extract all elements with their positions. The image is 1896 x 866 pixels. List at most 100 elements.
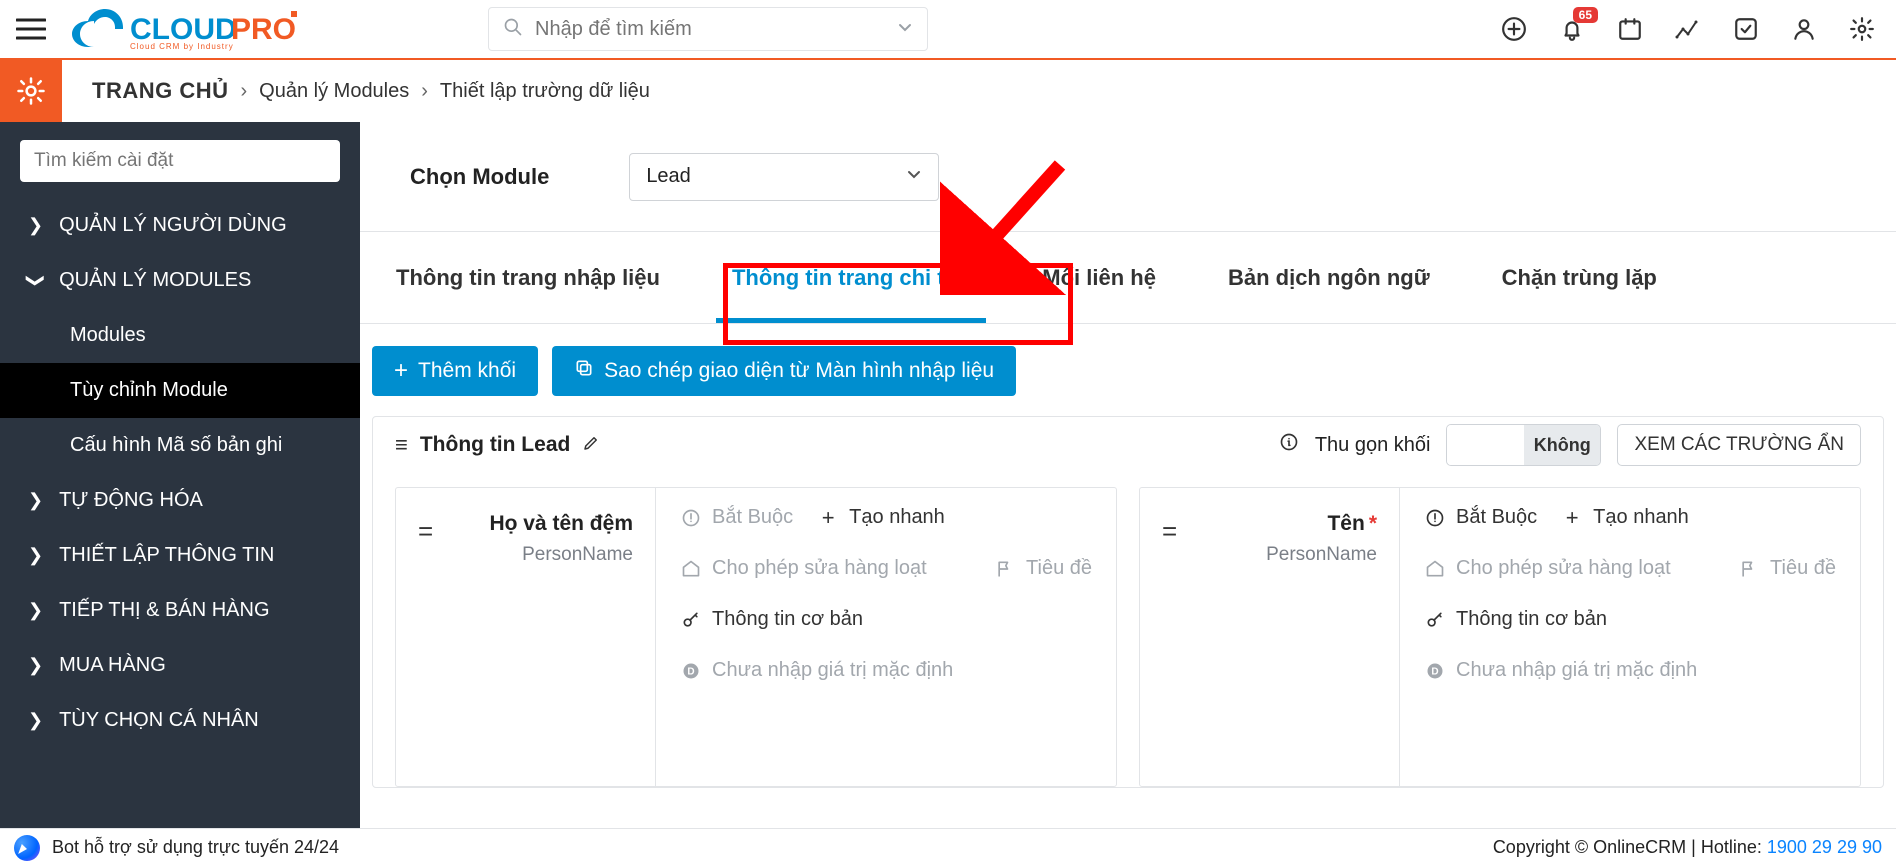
breadcrumb-link[interactable]: Quản lý Modules <box>259 80 409 103</box>
title-option[interactable]: Tiêu đề <box>1738 557 1836 580</box>
logo[interactable]: CLOUD PRO Cloud CRM by Industry <box>68 7 298 51</box>
sidebar-sub-customize-module[interactable]: Tùy chỉnh Module <box>0 363 360 418</box>
edit-title-button[interactable] <box>582 434 600 457</box>
messenger-icon[interactable] <box>14 835 40 861</box>
basic-info-option[interactable]: Thông tin cơ bản <box>680 608 863 631</box>
quick-create-option[interactable]: +Tạo nhanh <box>1561 506 1689 529</box>
svg-text:Cloud CRM by Industry: Cloud CRM by Industry <box>130 42 234 51</box>
block-panel: ≡ Thông tin Lead Thu gọn khối Không XEM … <box>372 416 1884 788</box>
option-label: Bắt Buộc <box>712 506 793 529</box>
footer-right: Copyright © OnlineCRM | Hotline: 1900 29… <box>1493 837 1882 858</box>
add-block-button[interactable]: + Thêm khối <box>372 346 538 396</box>
chevron-right-icon: ❯ <box>28 215 43 236</box>
title-option[interactable]: Tiêu đề <box>994 557 1092 580</box>
sidebar-item-users[interactable]: ❯ QUẢN LÝ NGƯỜI DÙNG <box>0 198 360 253</box>
search-icon <box>503 17 523 42</box>
sidebar-item-label: QUẢN LÝ NGƯỜI DÙNG <box>59 214 287 237</box>
gear-icon <box>1849 16 1875 42</box>
sidebar-item-modules[interactable]: ❯QUẢN LÝ MODULES <box>0 253 360 308</box>
tasks-button[interactable] <box>1732 15 1760 43</box>
tag-icon <box>680 558 702 580</box>
sidebar-item-personal[interactable]: ❯TÙY CHỌN CÁ NHÂN <box>0 693 360 748</box>
key-icon <box>1424 609 1446 631</box>
tab-duplicate[interactable]: Chặn trùng lặp <box>1466 232 1693 323</box>
notifications-button[interactable]: 65 <box>1558 15 1586 43</box>
add-button[interactable] <box>1500 15 1528 43</box>
default-icon: D <box>1424 660 1446 682</box>
sidebar-item-label: MUA HÀNG <box>59 654 166 677</box>
sidebar-item-marketing[interactable]: ❯ TIẾP THỊ & BÁN HÀNG <box>0 583 360 638</box>
copy-icon <box>574 358 594 384</box>
plus-circle-icon <box>1501 16 1527 42</box>
sidebar-item-info[interactable]: ❯THIẾT LẬP THÔNG TIN <box>0 528 360 583</box>
required-option[interactable]: Bắt Buộc <box>1424 506 1537 529</box>
copy-layout-button[interactable]: Sao chép giao diện từ Màn hình nhập liệu <box>552 346 1016 396</box>
reports-button[interactable] <box>1674 15 1702 43</box>
calendar-button[interactable] <box>1616 15 1644 43</box>
view-hidden-fields-button[interactable]: XEM CÁC TRƯỜNG ẨN <box>1617 424 1861 466</box>
button-label: Thêm khối <box>418 359 516 383</box>
mass-edit-option[interactable]: Cho phép sửa hàng loạt <box>680 557 927 580</box>
hamburger-menu[interactable] <box>0 0 62 59</box>
flag-icon <box>1738 558 1760 580</box>
breadcrumb-home[interactable]: TRANG CHỦ <box>92 78 229 104</box>
default-value-option[interactable]: D Chưa nhập giá trị mặc định <box>680 659 953 682</box>
chevron-right-icon: ❯ <box>28 490 43 511</box>
sidebar-sub-modules[interactable]: Modules <box>0 308 360 363</box>
tab-relations[interactable]: Mối liên hệ <box>1006 232 1192 323</box>
chevron-right-icon: › <box>241 80 248 103</box>
field-type: PersonName <box>418 544 633 566</box>
tab-translation[interactable]: Bản dịch ngôn ngữ <box>1192 232 1466 323</box>
module-select[interactable]: Lead <box>629 153 939 201</box>
sidebar-item-label: TIẾP THỊ & BÁN HÀNG <box>59 599 269 622</box>
plus-icon: + <box>817 507 839 529</box>
settings-search-input[interactable] <box>20 140 340 182</box>
option-label: Thông tin cơ bản <box>712 608 863 631</box>
svg-text:D: D <box>1431 666 1438 677</box>
sidebar-sub-record-id[interactable]: Cấu hình Mã số bản ghi <box>0 418 360 473</box>
settings-panel-toggle[interactable] <box>0 60 62 122</box>
tab-detail-page[interactable]: Thông tin trang chi tiết <box>696 232 1006 323</box>
drag-handle-icon[interactable]: = <box>1162 516 1177 547</box>
chevron-down-icon <box>906 165 922 188</box>
pencil-icon <box>582 434 600 452</box>
option-label: Chưa nhập giá trị mặc định <box>1456 659 1697 682</box>
chevron-right-icon: ❯ <box>28 655 43 676</box>
button-label: Sao chép giao diện từ Màn hình nhập liệu <box>604 359 994 383</box>
drag-handle-icon[interactable]: = <box>418 516 433 547</box>
sidebar-item-purchase[interactable]: ❯ MUA HÀNG <box>0 638 360 693</box>
tab-input-page[interactable]: Thông tin trang nhập liệu <box>360 232 696 323</box>
hotline-number[interactable]: 1900 29 29 90 <box>1767 837 1882 857</box>
plus-icon: + <box>394 357 408 385</box>
option-label: Bắt Buộc <box>1456 506 1537 529</box>
sidebar-item-automation[interactable]: ❯TỰ ĐỘNG HÓA <box>0 473 360 528</box>
global-search-input[interactable] <box>533 17 897 42</box>
chevron-right-icon: › <box>421 80 428 103</box>
profile-button[interactable] <box>1790 15 1818 43</box>
settings-button[interactable] <box>1848 15 1876 43</box>
collapse-label: Thu gọn khối <box>1315 434 1431 457</box>
required-icon <box>1424 507 1446 529</box>
global-search[interactable] <box>488 7 928 51</box>
collapse-toggle[interactable]: Không <box>1446 424 1601 466</box>
block-title: Thông tin Lead <box>420 433 570 457</box>
option-label: Chưa nhập giá trị mặc định <box>712 659 953 682</box>
chevron-right-icon: ❯ <box>28 600 43 621</box>
cloudpro-logo-icon: CLOUD PRO Cloud CRM by Industry <box>68 7 298 51</box>
field-name: Họ và tên đệm <box>418 512 633 536</box>
quick-create-option[interactable]: +Tạo nhanh <box>817 506 945 529</box>
drag-handle-icon[interactable]: ≡ <box>395 432 408 458</box>
default-icon: D <box>680 660 702 682</box>
chevron-right-icon: ❯ <box>28 710 43 731</box>
mass-edit-option[interactable]: Cho phép sửa hàng loạt <box>1424 557 1671 580</box>
toggle-off[interactable]: Không <box>1524 425 1601 465</box>
svg-text:PRO: PRO <box>231 13 296 46</box>
sidebar-item-label: THIẾT LẬP THÔNG TIN <box>59 544 274 567</box>
toggle-on[interactable] <box>1447 425 1524 465</box>
default-value-option[interactable]: D Chưa nhập giá trị mặc định <box>1424 659 1697 682</box>
basic-info-option[interactable]: Thông tin cơ bản <box>1424 608 1607 631</box>
required-option[interactable]: Bắt Buộc <box>680 506 793 529</box>
module-select-value: Lead <box>646 165 691 188</box>
option-label: Tiêu đề <box>1026 557 1092 580</box>
field-type: PersonName <box>1162 544 1377 566</box>
